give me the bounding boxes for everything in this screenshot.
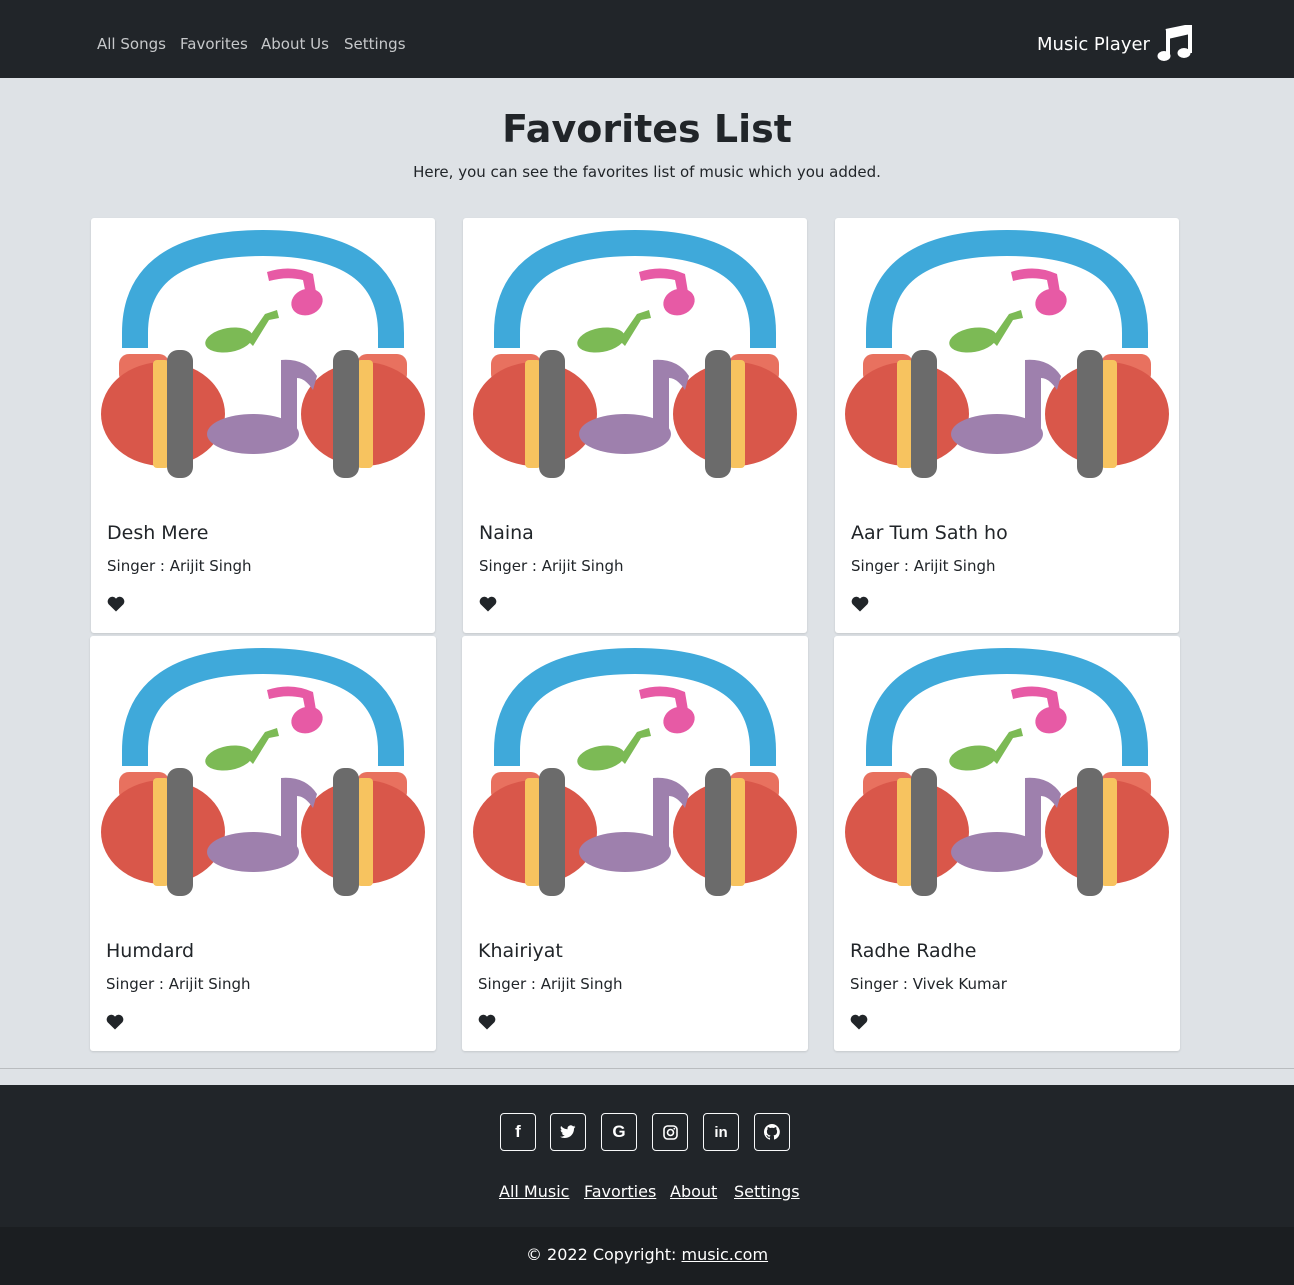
headphones-image <box>835 218 1179 488</box>
song-card: Khairiyat Singer : Arijit Singh <box>462 636 808 1051</box>
heart-icon[interactable] <box>478 1014 496 1030</box>
song-title: Khairiyat <box>478 940 563 962</box>
song-singer: Singer : Arijit Singh <box>479 557 624 575</box>
instagram-icon <box>662 1124 678 1140</box>
copyright-text: © 2022 Copyright: <box>525 1245 682 1264</box>
headphones-image <box>462 636 808 906</box>
song-singer: Singer : Vivek Kumar <box>850 975 1007 993</box>
footer-link-favorites[interactable]: Favorties <box>584 1181 656 1203</box>
heart-icon[interactable] <box>851 596 869 612</box>
song-title: Humdard <box>106 940 195 962</box>
song-title: Aar Tum Sath ho <box>851 522 1008 544</box>
linkedin-icon: in <box>714 1123 728 1141</box>
song-singer: Singer : Arijit Singh <box>851 557 996 575</box>
headphones-image <box>463 218 807 488</box>
github-button[interactable] <box>754 1113 790 1151</box>
song-card: Desh Mere Singer : Arijit Singh <box>91 218 435 633</box>
instagram-button[interactable] <box>652 1113 688 1151</box>
nav-link-favorites[interactable]: Favorites <box>180 33 248 55</box>
headphones-image <box>834 636 1180 906</box>
page-subtitle: Here, you can see the favorites list of … <box>413 163 881 181</box>
github-icon <box>764 1124 780 1140</box>
song-card: Humdard Singer : Arijit Singh <box>90 636 436 1051</box>
google-button[interactable]: G <box>601 1113 637 1151</box>
navbar: All Songs Favorites About Us Settings Mu… <box>0 0 1294 78</box>
facebook-button[interactable]: f <box>500 1113 536 1151</box>
twitter-button[interactable] <box>550 1113 586 1151</box>
song-singer: Singer : Arijit Singh <box>106 975 251 993</box>
heart-icon[interactable] <box>107 596 125 612</box>
copyright-link[interactable]: music.com <box>681 1245 768 1264</box>
nav-link-all-songs[interactable]: All Songs <box>97 33 166 55</box>
song-title: Naina <box>479 522 534 544</box>
divider <box>0 1068 1294 1069</box>
song-title: Desh Mere <box>107 522 209 544</box>
song-card: Aar Tum Sath ho Singer : Arijit Singh <box>835 218 1179 633</box>
copyright-bar: © 2022 Copyright: music.com <box>0 1227 1294 1285</box>
footer-link-all-music[interactable]: All Music <box>499 1181 569 1203</box>
heart-icon[interactable] <box>850 1014 868 1030</box>
headphones-image <box>90 636 436 906</box>
song-singer: Singer : Arijit Singh <box>107 557 252 575</box>
song-title: Radhe Radhe <box>850 940 977 962</box>
page-title: Favorites List <box>502 107 792 151</box>
music-note-icon <box>1157 25 1192 61</box>
brand-title: Music Player <box>1037 33 1150 55</box>
linkedin-button[interactable]: in <box>703 1113 739 1151</box>
footer: f G in All Music Favorties About Setting… <box>0 1085 1294 1227</box>
google-icon: G <box>612 1122 626 1141</box>
footer-link-about[interactable]: About <box>670 1181 717 1203</box>
song-singer: Singer : Arijit Singh <box>478 975 623 993</box>
twitter-icon <box>560 1125 576 1139</box>
footer-link-settings[interactable]: Settings <box>734 1181 800 1203</box>
heart-icon[interactable] <box>479 596 497 612</box>
facebook-icon: f <box>515 1122 521 1141</box>
headphones-image <box>91 218 435 488</box>
nav-link-settings[interactable]: Settings <box>344 33 406 55</box>
brand[interactable]: Music Player <box>1037 24 1192 64</box>
heart-icon[interactable] <box>106 1014 124 1030</box>
song-card: Radhe Radhe Singer : Vivek Kumar <box>834 636 1180 1051</box>
nav-link-about-us[interactable]: About Us <box>261 33 329 55</box>
song-card: Naina Singer : Arijit Singh <box>463 218 807 633</box>
